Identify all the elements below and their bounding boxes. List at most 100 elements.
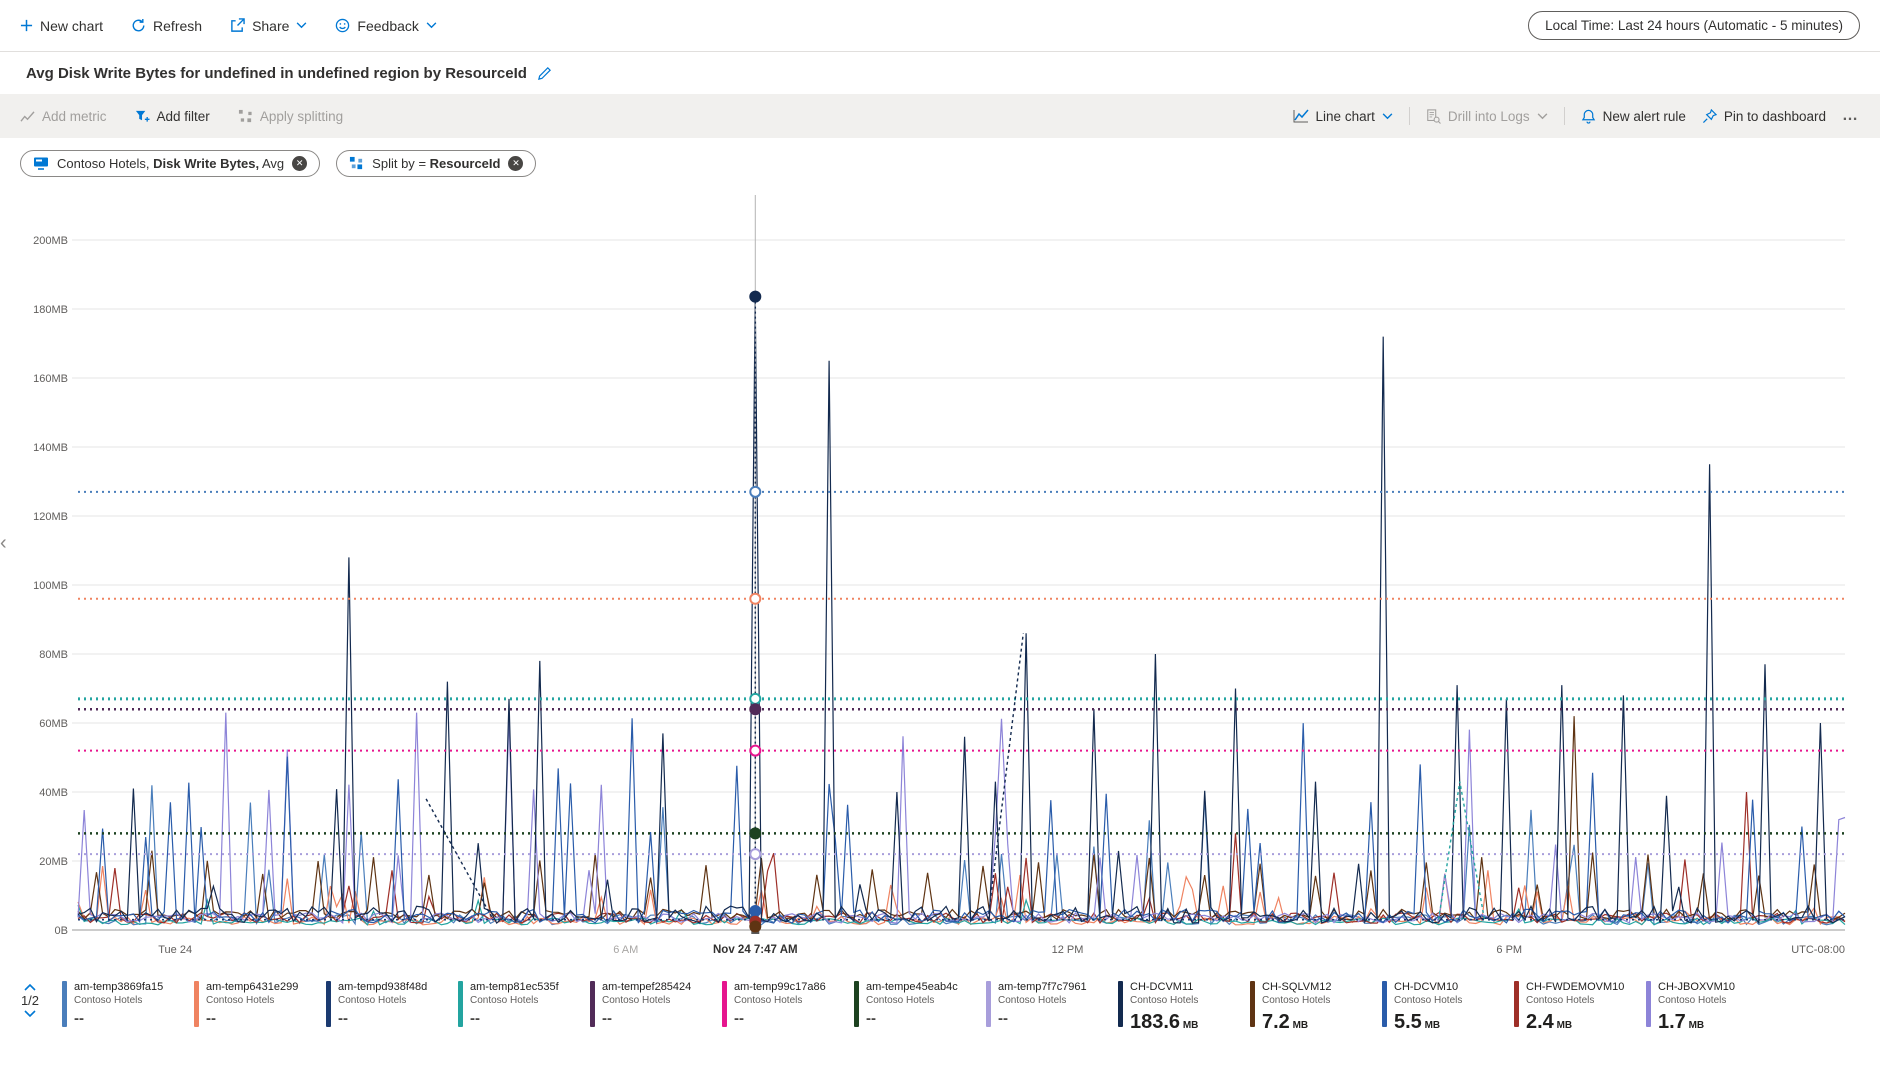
apply-splitting-label: Apply splitting <box>259 108 344 124</box>
legend-color-bar <box>458 981 463 1027</box>
legend-color-bar <box>326 981 331 1027</box>
refresh-button[interactable]: Refresh <box>131 18 202 34</box>
feedback-button[interactable]: Feedback <box>335 18 437 34</box>
legend-series-name: CH-JBOXVM10 <box>1658 981 1736 993</box>
share-label: Share <box>252 17 290 34</box>
svg-text:12 PM: 12 PM <box>1052 944 1084 956</box>
smiley-icon <box>336 18 350 33</box>
legend-color-bar <box>986 981 991 1027</box>
legend-color-bar <box>1250 981 1255 1027</box>
legend-series-name: am-temp81ec535f <box>470 981 559 993</box>
legend-color-bar <box>62 981 67 1027</box>
legend-series-scope: Contoso Hotels <box>602 994 671 1006</box>
legend-item[interactable]: CH-DCVM10 Contoso Hotels 5.5 MB <box>1380 979 1506 1037</box>
legend-series-scope: Contoso Hotels <box>866 994 935 1006</box>
svg-text:6 AM: 6 AM <box>613 944 638 956</box>
legend-item[interactable]: am-temp7f7c7961 Contoso Hotels -- <box>984 979 1110 1037</box>
legend-series-value: -- <box>602 1010 612 1028</box>
legend-series-name: am-tempe45eab4c <box>866 981 958 993</box>
chevron-down-icon <box>297 22 307 29</box>
legend-series-unit: MB <box>1180 1020 1199 1032</box>
metric-pill[interactable]: Contoso Hotels, Disk Write Bytes, Avg ✕ <box>20 150 321 177</box>
share-button[interactable]: Share <box>230 18 307 34</box>
legend-page-up-icon[interactable] <box>24 983 36 991</box>
legend-series-scope: Contoso Hotels <box>1394 994 1463 1006</box>
legend-series-value: -- <box>998 1010 1008 1028</box>
legend-series-name: CH-DCVM10 <box>1394 981 1459 993</box>
metrics-line-chart[interactable]: 0B 20MB 40MB 60MB 80MB 100MB 120MB 140MB 160MB 18… <box>0 185 1880 975</box>
split-pill-value: ResourceId <box>429 156 501 171</box>
legend-series-name: am-temp99c17a86 <box>734 981 826 993</box>
add-metric-label: Add metric <box>42 108 107 124</box>
legend-item[interactable]: am-tempe45eab4c Contoso Hotels -- <box>852 979 978 1037</box>
azure-metrics-explorer: New chart Refresh Share Feedback Local T… <box>0 0 1880 1037</box>
legend-series-scope: Contoso Hotels <box>470 994 539 1006</box>
edit-title-icon[interactable] <box>537 66 552 81</box>
legend-item[interactable]: am-temp6431e299 Contoso Hotels -- <box>192 979 318 1037</box>
new-chart-button[interactable]: New chart <box>20 18 103 34</box>
split-icon <box>350 156 363 170</box>
legend-series-value: -- <box>338 1010 348 1028</box>
split-pill-operator: = <box>418 156 427 171</box>
chart-toolbar: Add metric Add filter Apply splitting Li… <box>0 94 1880 138</box>
legend-item[interactable]: am-temp81ec535f Contoso Hotels -- <box>456 979 582 1037</box>
legend-color-bar <box>854 981 859 1027</box>
add-filter-button[interactable]: Add filter <box>135 109 210 124</box>
legend-series-value: 1.7 MB <box>1658 1011 1705 1034</box>
chart-type-selector[interactable]: Line chart <box>1293 109 1393 124</box>
drill-into-logs-label: Drill into Logs <box>1447 108 1530 124</box>
legend-color-bar <box>590 981 595 1027</box>
legend-series-unit: MB <box>1553 1020 1573 1032</box>
remove-metric-icon[interactable]: ✕ <box>292 156 308 171</box>
legend-series-unit: MB <box>1289 1020 1309 1032</box>
legend-series-value: 2.4 MB <box>1526 1011 1573 1034</box>
svg-text:180MB: 180MB <box>33 304 68 316</box>
legend-item[interactable]: am-temp3869fa15 Contoso Hotels -- <box>60 979 186 1037</box>
chart-type-label: Line chart <box>1315 108 1375 124</box>
svg-text:160MB: 160MB <box>33 373 68 385</box>
add-metric-button[interactable]: Add metric <box>20 109 107 124</box>
metric-pill-aggregation: Avg <box>262 156 285 171</box>
chart-legend: 1/2 am-temp3869fa15 Contoso Hotels -- am-te… <box>0 975 1880 1037</box>
legend-page-down-icon[interactable] <box>24 1010 36 1018</box>
legend-series-unit: MB <box>1421 1020 1441 1032</box>
new-alert-rule-label: New alert rule <box>1602 108 1686 124</box>
page-title: Avg Disk Write Bytes for undefined in un… <box>26 64 527 82</box>
pin-icon <box>1702 108 1717 123</box>
chevron-down-icon <box>1382 112 1393 119</box>
legend-item[interactable]: CH-SQLVM12 Contoso Hotels 7.2 MB <box>1248 979 1374 1037</box>
remove-split-icon[interactable]: ✕ <box>508 156 524 171</box>
svg-text:40MB: 40MB <box>39 787 68 799</box>
svg-text:20MB: 20MB <box>39 856 68 868</box>
split-pill-label: Split by <box>372 156 415 171</box>
drill-into-logs-button[interactable]: Drill into Logs <box>1426 109 1548 124</box>
refresh-label: Refresh <box>153 17 203 34</box>
svg-text:UTC-08:00: UTC-08:00 <box>1791 944 1845 956</box>
legend-series-value: 183.6 MB <box>1130 1011 1199 1034</box>
add-filter-icon <box>135 110 150 122</box>
chart-area: ‹ 0B 20MB 40MB 60MB 80MB 100MB 120MB 140MB 160MB… <box>0 185 1880 975</box>
legend-item[interactable]: CH-JBOXVM10 Contoso Hotels 1.7 MB <box>1644 979 1770 1037</box>
legend-item[interactable]: CH-DCVM11 Contoso Hotels 183.6 MB <box>1116 979 1242 1037</box>
more-options-icon[interactable]: … <box>1842 107 1860 125</box>
legend-items: am-temp3869fa15 Contoso Hotels -- am-temp64… <box>60 979 1770 1037</box>
legend-item[interactable]: am-temp99c17a86 Contoso Hotels -- <box>720 979 846 1037</box>
share-icon <box>231 18 245 32</box>
legend-series-scope: Contoso Hotels <box>206 994 275 1006</box>
legend-pager: 1/2 <box>10 979 50 1018</box>
legend-series-name: am-temp7f7c7961 <box>998 981 1087 993</box>
apply-splitting-button[interactable]: Apply splitting <box>238 109 343 124</box>
new-alert-rule-button[interactable]: New alert rule <box>1581 109 1686 124</box>
legend-page-indicator: 1/2 <box>20 993 40 1008</box>
pin-to-dashboard-label: Pin to dashboard <box>1723 108 1826 124</box>
legend-item[interactable]: am-tempd938f48d Contoso Hotels -- <box>324 979 450 1037</box>
scroll-left-chevron[interactable]: ‹ <box>0 533 7 553</box>
legend-item[interactable]: CH-FWDEMOVM10 Contoso Hotels 2.4 MB <box>1512 979 1638 1037</box>
legend-series-name: am-temp3869fa15 <box>74 981 164 993</box>
legend-series-value: 5.5 MB <box>1394 1011 1441 1034</box>
time-range-picker[interactable]: Local Time: Last 24 hours (Automatic - 5… <box>1528 11 1860 40</box>
pin-to-dashboard-button[interactable]: Pin to dashboard <box>1702 108 1826 124</box>
line-chart-icon <box>1293 109 1309 123</box>
split-pill[interactable]: Split by = ResourceId ✕ <box>336 150 537 177</box>
legend-item[interactable]: am-tempef285424 Contoso Hotels -- <box>588 979 714 1037</box>
